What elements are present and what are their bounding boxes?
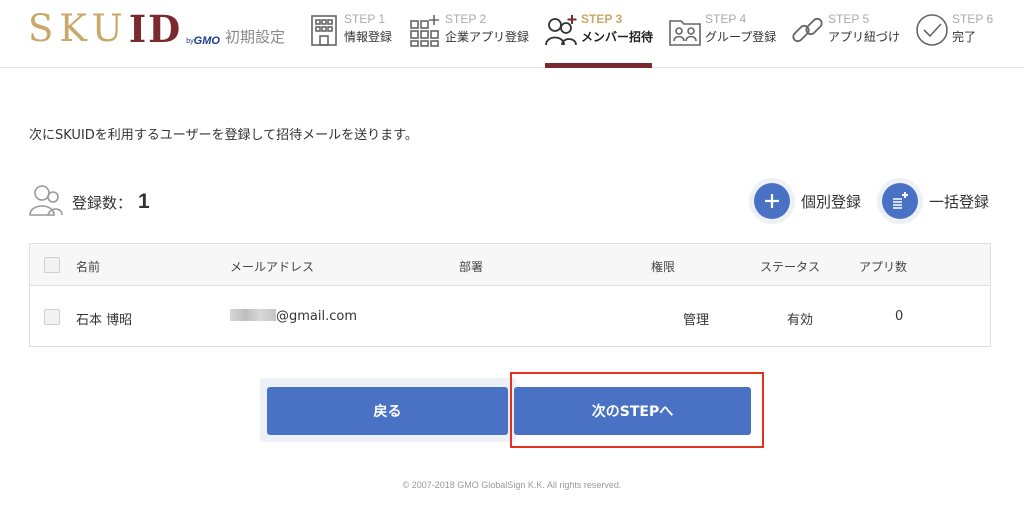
row-email: @gmail.com	[230, 309, 357, 324]
list-plus-icon	[882, 183, 918, 219]
step-3[interactable]: STEP 3 メンバー招待	[543, 10, 653, 64]
bulk-register-label: 一括登録	[929, 192, 990, 211]
row-email-domain: @gmail.com	[276, 309, 358, 324]
step-number: STEP 1	[344, 12, 386, 26]
highlight-box	[510, 372, 764, 448]
step-2[interactable]: STEP 2 企業アプリ登録	[407, 10, 529, 64]
table-header: 名前 メールアドレス 部署 権限 ステータス アプリ数	[30, 244, 990, 286]
users-icon	[28, 182, 64, 222]
setup-title: 初期設定	[225, 28, 286, 46]
row-apps: 0	[895, 309, 904, 324]
logo-gmo: GMO	[193, 35, 220, 47]
intro-text: 次にSKUIDを利用するユーザーを登録して招待メールを送ります。	[29, 128, 418, 143]
step-number: STEP 6	[952, 12, 994, 26]
logo-id: ID	[128, 7, 183, 51]
count-value: 1	[138, 190, 150, 213]
header: SKU ID by GMO 初期設定 STEP 1 情報登録 STEP 2 企業…	[0, 0, 1024, 68]
step-label: メンバー招待	[581, 30, 654, 44]
table-row[interactable]: 石本 博昭 @gmail.com 管理 有効 0	[30, 287, 990, 347]
header-apps[interactable]: アプリ数	[859, 258, 907, 275]
skuid-logo[interactable]: SKU ID by GMO	[28, 7, 220, 51]
plus-icon	[754, 183, 790, 219]
check-circle-icon	[914, 12, 950, 48]
row-name: 石本 博昭	[76, 313, 133, 328]
header-department[interactable]: 部署	[459, 258, 483, 275]
step-number: STEP 2	[445, 12, 487, 26]
apps-grid-plus-icon	[407, 12, 443, 48]
members-table: 名前 メールアドレス 部署 権限 ステータス アプリ数 石本 博昭 @gmail…	[29, 243, 991, 347]
step-number: STEP 3	[581, 12, 623, 26]
step-number: STEP 4	[705, 12, 747, 26]
step-1[interactable]: STEP 1 情報登録	[306, 10, 392, 64]
header-status[interactable]: ステータス	[760, 258, 820, 275]
individual-register-button[interactable]: 個別登録	[749, 178, 861, 224]
users-plus-icon	[543, 12, 579, 48]
step-5[interactable]: STEP 5 アプリ紐づけ	[790, 10, 900, 64]
step-label: 情報登録	[344, 30, 393, 44]
footer-copyright: © 2007-2018 GMO GlobalSign K.K. All righ…	[402, 480, 622, 490]
row-role: 管理	[683, 313, 710, 328]
member-count: 登録数： 1	[28, 182, 150, 222]
count-label: 登録数：	[72, 193, 133, 212]
logo-sku: SKU	[28, 7, 129, 50]
bulk-register-button[interactable]: 一括登録	[877, 178, 989, 224]
header-email[interactable]: メールアドレス	[230, 258, 314, 275]
active-step-indicator	[545, 63, 652, 68]
step-label: グループ登録	[705, 30, 777, 44]
step-label: 完了	[952, 30, 977, 44]
link-icon	[790, 12, 826, 48]
group-folder-icon	[667, 12, 703, 48]
redacted-email-prefix	[230, 309, 276, 321]
step-label: 企業アプリ登録	[445, 30, 530, 44]
logo-by: by	[186, 38, 194, 45]
back-button[interactable]: 戻る	[267, 387, 508, 435]
row-checkbox[interactable]	[44, 309, 60, 325]
select-all-checkbox[interactable]	[44, 257, 60, 273]
header-name[interactable]: 名前	[76, 258, 100, 275]
step-4[interactable]: STEP 4 グループ登録	[667, 10, 776, 64]
individual-register-label: 個別登録	[801, 192, 862, 211]
row-status: 有効	[787, 313, 814, 328]
step-6[interactable]: STEP 6 完了	[914, 10, 993, 64]
step-label: アプリ紐づけ	[828, 30, 901, 44]
building-icon	[306, 12, 342, 48]
header-role[interactable]: 権限	[651, 258, 675, 275]
step-number: STEP 5	[828, 12, 870, 26]
